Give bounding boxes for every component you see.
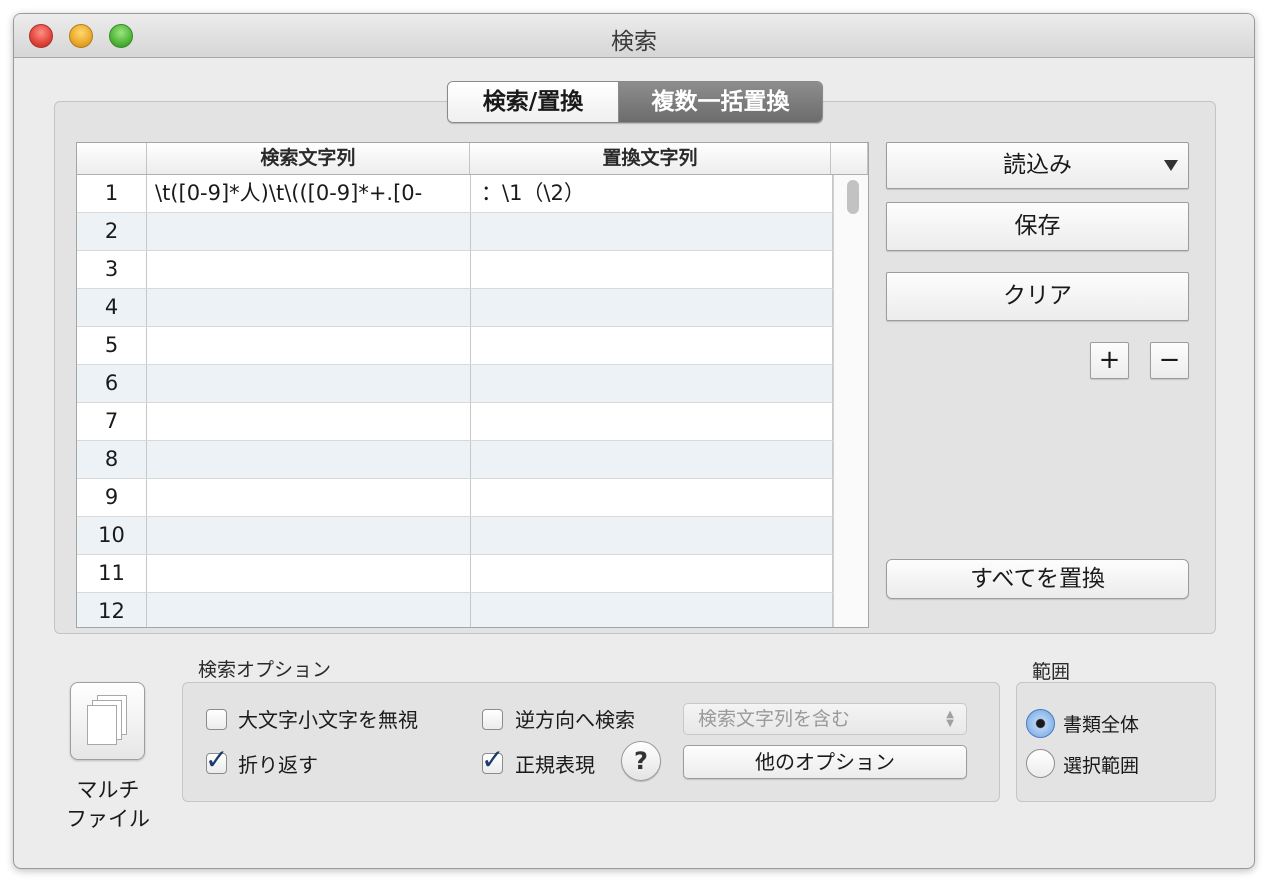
replace-string-cell[interactable] xyxy=(471,479,833,516)
load-button[interactable]: 読込み xyxy=(886,142,1189,189)
search-string-cell[interactable] xyxy=(147,327,471,364)
table-row[interactable]: 2 xyxy=(77,213,833,251)
clear-button[interactable]: クリア xyxy=(886,272,1189,321)
scrollbar-thumb[interactable] xyxy=(847,180,859,214)
checkmark-icon: ✓ xyxy=(481,743,505,776)
column-header-number xyxy=(77,143,147,174)
table-header: 検索文字列 置換文字列 xyxy=(77,143,868,175)
load-button-label: 読込み xyxy=(1003,152,1072,178)
scope-selection-radio[interactable] xyxy=(1026,749,1055,778)
scope-whole-document-radio[interactable] xyxy=(1026,709,1055,738)
regex-label[interactable]: 正規表現 xyxy=(515,749,595,778)
search-string-cell[interactable]: \t([0-9]*人)\t\(([0-9]*+.[0- xyxy=(147,175,471,212)
search-string-cell[interactable] xyxy=(147,593,471,627)
row-number: 4 xyxy=(77,289,147,326)
table-row[interactable]: 12 xyxy=(77,593,833,627)
search-string-cell[interactable] xyxy=(147,213,471,250)
ignore-case-label[interactable]: 大文字小文字を無視 xyxy=(238,704,418,733)
scope-whole-document-label[interactable]: 書類全体 xyxy=(1063,710,1139,737)
multi-file-label: マルチ ファイル xyxy=(66,778,150,831)
wrap-around-checkbox[interactable]: ✓ xyxy=(205,746,228,774)
table-row[interactable]: 10 xyxy=(77,517,833,555)
replace-string-cell[interactable] xyxy=(471,593,833,627)
replace-string-cell[interactable] xyxy=(471,403,833,440)
search-string-cell[interactable] xyxy=(147,251,471,288)
table-row[interactable]: 7 xyxy=(77,403,833,441)
replace-all-button[interactable]: すべてを置換 xyxy=(886,559,1189,599)
row-number: 8 xyxy=(77,441,147,478)
title-bar[interactable]: 検索 xyxy=(14,14,1254,58)
reverse-search-checkbox[interactable] xyxy=(482,709,503,730)
add-row-button[interactable]: + xyxy=(1090,342,1129,379)
row-number: 12 xyxy=(77,593,147,627)
up-down-arrows-icon: ▲ ▼ xyxy=(946,709,954,729)
table-row[interactable]: 9 xyxy=(77,479,833,517)
scope-group xyxy=(1016,682,1216,802)
column-header-replace[interactable]: 置換文字列 xyxy=(470,143,832,174)
checkmark-icon: ✓ xyxy=(205,743,229,776)
other-options-button[interactable]: 他のオプション xyxy=(683,745,967,779)
table-row[interactable]: 6 xyxy=(77,365,833,403)
replace-string-cell[interactable] xyxy=(471,441,833,478)
column-header-corner xyxy=(831,143,868,174)
row-number: 5 xyxy=(77,327,147,364)
replace-string-cell[interactable] xyxy=(471,555,833,592)
row-number: 10 xyxy=(77,517,147,554)
search-string-cell[interactable] xyxy=(147,365,471,402)
remove-row-button[interactable]: − xyxy=(1150,342,1189,379)
window-title: 検索 xyxy=(611,29,657,55)
row-number: 1 xyxy=(77,175,147,212)
document-icon xyxy=(87,705,117,745)
search-string-cell[interactable] xyxy=(147,479,471,516)
replace-string-cell[interactable] xyxy=(471,517,833,554)
reverse-search-label[interactable]: 逆方向へ検索 xyxy=(515,704,635,733)
replace-string-cell[interactable] xyxy=(471,365,833,402)
ignore-case-checkbox[interactable] xyxy=(206,709,227,730)
replace-table[interactable]: 検索文字列 置換文字列 1 \t([0-9]*人)\t\(([0-9]*+.[0-… xyxy=(76,142,869,628)
tab-bar: 検索/置換 複数一括置換 xyxy=(447,81,823,123)
search-string-cell[interactable] xyxy=(147,517,471,554)
search-window: 検索 検索/置換 複数一括置換 検索文字列 置換文字列 1 \t([0-9]*人)… xyxy=(13,13,1255,869)
tab-batch-replace[interactable]: 複数一括置換 xyxy=(619,82,822,122)
replace-string-cell[interactable]: ：\1（\2） xyxy=(471,175,833,212)
table-body: 1 \t([0-9]*人)\t\(([0-9]*+.[0- ：\1（\2） 2 3 4 5 6… xyxy=(77,175,833,627)
table-row[interactable]: 4 xyxy=(77,289,833,327)
table-row[interactable]: 8 xyxy=(77,441,833,479)
search-string-cell[interactable] xyxy=(147,441,471,478)
search-options-label: 検索オプション xyxy=(198,659,332,681)
tab-search-replace[interactable]: 検索/置換 xyxy=(448,82,619,122)
scope-selection-label[interactable]: 選択範囲 xyxy=(1063,751,1139,778)
dropdown-arrow-icon xyxy=(1164,160,1178,171)
search-string-cell[interactable] xyxy=(147,289,471,326)
help-button[interactable]: ? xyxy=(621,741,661,781)
row-number: 9 xyxy=(77,479,147,516)
table-row[interactable]: 3 xyxy=(77,251,833,289)
table-row[interactable]: 5 xyxy=(77,327,833,365)
row-number: 11 xyxy=(77,555,147,592)
save-button[interactable]: 保存 xyxy=(886,202,1189,251)
wrap-around-label[interactable]: 折り返す xyxy=(238,749,318,778)
replace-string-cell[interactable] xyxy=(471,327,833,364)
search-string-cell[interactable] xyxy=(147,555,471,592)
row-number: 2 xyxy=(77,213,147,250)
row-number: 6 xyxy=(77,365,147,402)
table-row[interactable]: 11 xyxy=(77,555,833,593)
replace-string-cell[interactable] xyxy=(471,289,833,326)
replace-string-cell[interactable] xyxy=(471,213,833,250)
scope-label: 範囲 xyxy=(1032,661,1071,683)
multi-file-button[interactable] xyxy=(70,682,145,760)
replace-string-cell[interactable] xyxy=(471,251,833,288)
row-number: 3 xyxy=(77,251,147,288)
table-vertical-scrollbar[interactable] xyxy=(833,175,868,627)
search-options-group xyxy=(182,682,1000,802)
search-string-cell[interactable] xyxy=(147,403,471,440)
match-mode-popup[interactable]: 検索文字列を含む ▲ ▼ xyxy=(683,703,967,735)
regex-checkbox[interactable]: ✓ xyxy=(481,746,504,774)
table-row[interactable]: 1 \t([0-9]*人)\t\(([0-9]*+.[0- ：\1（\2） xyxy=(77,175,833,213)
match-mode-value: 検索文字列を含む xyxy=(698,708,851,730)
row-number: 7 xyxy=(77,403,147,440)
column-header-search[interactable]: 検索文字列 xyxy=(147,143,471,174)
